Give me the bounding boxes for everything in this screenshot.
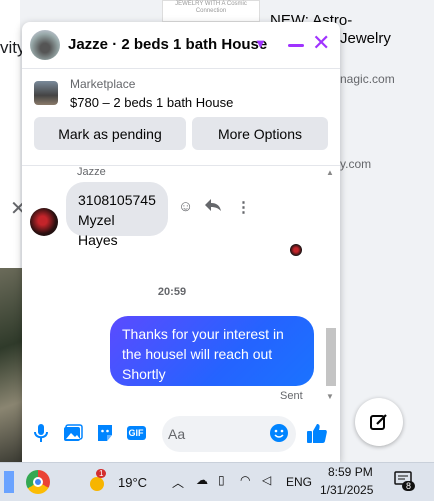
ad-title-line2[interactable]: Jewelry — [340, 30, 391, 47]
notification-count: 8 — [402, 481, 416, 491]
listing-thumbnail[interactable] — [34, 81, 58, 105]
seen-indicator-avatar — [290, 244, 302, 256]
outgoing-message-line: Thanks for your interest in — [122, 326, 284, 342]
mark-as-pending-button[interactable]: Mark as pending — [34, 117, 186, 150]
incoming-message-line: 3108105745 — [78, 192, 156, 208]
chevron-down-icon[interactable]: ▼ — [254, 36, 267, 51]
windows-taskbar: 1 19°C ︿ ☁ ▯ ◠ ◁ ENG 8:59 PM 1/31/2025 8 — [0, 462, 434, 501]
clock-date[interactable]: 1/31/2025 — [320, 483, 373, 497]
chat-header[interactable]: Jazze · 2 beds 1 bath House ▼ ✕ — [22, 22, 340, 69]
react-emoji-icon[interactable]: ☺ — [178, 198, 193, 215]
incoming-message-line: Myzel Hayes — [78, 212, 118, 248]
listing-title[interactable]: $780 – 2 beds 1 bath House — [70, 95, 233, 110]
weather-icon[interactable]: 1 — [88, 469, 107, 491]
chat-scrollbar[interactable]: ▲ ▼ — [324, 166, 338, 404]
gif-label: GIF — [126, 426, 146, 440]
compose-icon — [370, 414, 387, 430]
sender-name: Jazze — [77, 166, 106, 178]
chrome-icon[interactable] — [26, 470, 50, 494]
photo-icon[interactable] — [62, 422, 84, 444]
taskbar-app-icon[interactable] — [4, 471, 14, 493]
message-input-placeholder: Aa — [168, 426, 186, 442]
page-scrollbar[interactable] — [418, 0, 432, 462]
emoji-icon[interactable] — [270, 424, 288, 442]
outgoing-message-line: the housel will reach out — [122, 346, 273, 362]
wifi-icon[interactable]: ◠ — [240, 473, 250, 487]
incoming-message-bubble[interactable]: 3108105745 Myzel Hayes — [66, 182, 168, 248]
thumbs-up-icon[interactable] — [306, 422, 328, 444]
message-status: Sent — [280, 390, 303, 402]
message-list: Jazze 3108105745 Myzel Hayes ☺ ⋮ 20:59 T… — [22, 166, 340, 404]
outgoing-message-bubble[interactable]: Thanks for your interest in the housel w… — [110, 316, 314, 386]
language-indicator[interactable]: ENG — [286, 475, 312, 489]
weather-badge: 1 — [96, 469, 107, 478]
minimize-button[interactable] — [288, 44, 304, 47]
background-photo — [0, 268, 22, 462]
scroll-up-arrow-icon[interactable]: ▲ — [326, 168, 334, 177]
notification-icon[interactable]: 8 — [394, 471, 416, 491]
device-icon[interactable]: ▯ — [218, 473, 225, 487]
more-options-button[interactable]: More Options — [192, 117, 328, 150]
chevron-up-icon[interactable]: ︿ — [172, 474, 184, 491]
message-timestamp: 20:59 — [157, 286, 187, 298]
ad-image[interactable]: JEWELRY WITH A Cosmic Connection — [162, 0, 260, 22]
sticker-icon[interactable] — [94, 422, 116, 444]
new-message-button[interactable] — [355, 398, 403, 446]
message-input[interactable]: Aa — [162, 416, 296, 452]
messenger-chat-window: Jazze · 2 beds 1 bath House ▼ ✕ Marketpl… — [22, 22, 340, 462]
gif-icon[interactable]: GIF — [124, 422, 148, 444]
ad-url-2[interactable]: y.com — [340, 157, 371, 171]
reply-icon[interactable] — [204, 198, 222, 216]
close-button[interactable]: ✕ — [312, 32, 330, 54]
more-actions-icon[interactable]: ⋮ — [236, 198, 251, 216]
conversation-avatar[interactable] — [30, 30, 60, 60]
conversation-title[interactable]: Jazze · 2 beds 1 bath House — [68, 36, 267, 53]
temperature[interactable]: 19°C — [118, 475, 147, 490]
outgoing-message-line: Shortly — [122, 366, 166, 382]
microphone-icon[interactable] — [30, 422, 52, 444]
message-composer: GIF Aa — [22, 410, 340, 462]
volume-icon[interactable]: ◁ — [262, 473, 271, 487]
cloud-icon[interactable]: ☁ — [196, 473, 208, 487]
clock-time[interactable]: 8:59 PM — [328, 465, 373, 479]
scroll-down-arrow-icon[interactable]: ▼ — [326, 392, 334, 401]
sender-avatar[interactable] — [30, 208, 58, 236]
marketplace-label: Marketplace — [70, 77, 136, 91]
marketplace-listing-panel: Marketplace $780 – 2 beds 1 bath House M… — [22, 69, 340, 166]
ad-url[interactable]: nagic.com — [340, 72, 395, 86]
scrollbar-thumb[interactable] — [326, 328, 336, 386]
